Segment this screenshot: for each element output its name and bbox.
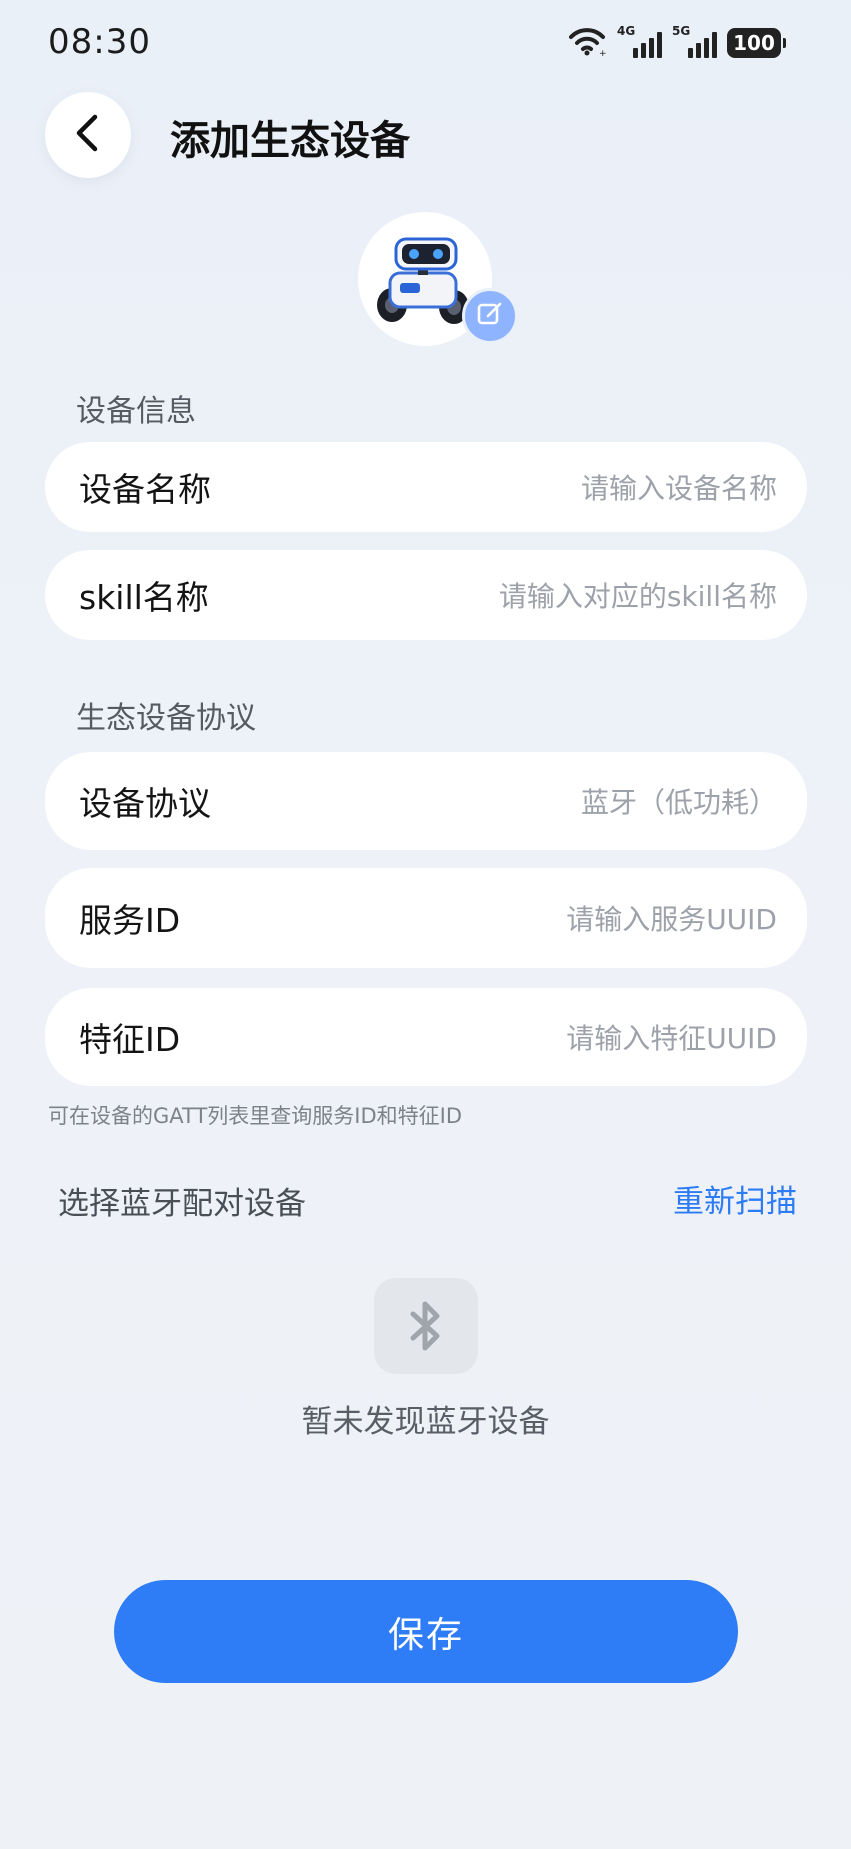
section-label-device-info: 设备信息 (76, 394, 196, 429)
edit-avatar-button[interactable] (462, 288, 518, 344)
network-type-2: 5G (672, 24, 691, 38)
device-name-input[interactable]: 请输入设备名称 (581, 467, 777, 507)
status-icons: + 4G 5G 100 (567, 24, 786, 60)
bluetooth-section-title: 选择蓝牙配对设备 (58, 1186, 306, 1222)
wifi-icon: + (567, 26, 607, 60)
status-bar: 08:30 + 4G 5G 100 (0, 0, 851, 90)
feature-id-label: 特征ID (79, 1020, 181, 1059)
status-time: 08:30 (48, 22, 151, 62)
save-button[interactable]: 保存 (114, 1580, 738, 1683)
svg-text:+: + (599, 49, 607, 56)
signal-4g-icon: 4G (617, 24, 662, 58)
back-button[interactable] (45, 92, 131, 178)
service-id-label: 服务ID (79, 901, 181, 940)
device-protocol-select[interactable]: 蓝牙（低功耗） (581, 781, 777, 821)
device-name-field[interactable]: 设备名称 请输入设备名称 (45, 442, 807, 532)
skill-name-input[interactable]: 请输入对应的skill名称 (499, 575, 777, 615)
signal-5g-icon: 5G (672, 24, 717, 58)
rescan-button[interactable]: 重新扫描 (673, 1176, 797, 1221)
section-label-protocol: 生态设备协议 (76, 701, 256, 736)
battery-level: 100 (733, 31, 775, 55)
service-id-input[interactable]: 请输入服务UUID (566, 898, 777, 938)
device-name-label: 设备名称 (79, 470, 211, 509)
bluetooth-icon (374, 1278, 478, 1374)
network-type-1: 4G (617, 24, 636, 38)
battery-icon: 100 (727, 28, 786, 58)
feature-id-field[interactable]: 特征ID 请输入特征UUID (45, 988, 807, 1086)
bluetooth-empty-text: 暂未发现蓝牙设备 (301, 1404, 550, 1440)
page-title: 添加生态设备 (170, 118, 410, 164)
feature-id-input[interactable]: 请输入特征UUID (566, 1017, 777, 1057)
skill-name-field[interactable]: skill名称 请输入对应的skill名称 (45, 550, 807, 640)
gatt-hint: 可在设备的GATT列表里查询服务ID和特征ID (48, 1104, 463, 1128)
device-protocol-field[interactable]: 设备协议 蓝牙（低功耗） (45, 752, 807, 850)
skill-name-label: skill名称 (79, 578, 209, 617)
service-id-field[interactable]: 服务ID 请输入服务UUID (45, 868, 807, 968)
device-avatar[interactable] (358, 212, 518, 346)
device-protocol-label: 设备协议 (79, 784, 211, 823)
chevron-left-icon (71, 113, 105, 157)
edit-pencil-icon (475, 299, 505, 333)
